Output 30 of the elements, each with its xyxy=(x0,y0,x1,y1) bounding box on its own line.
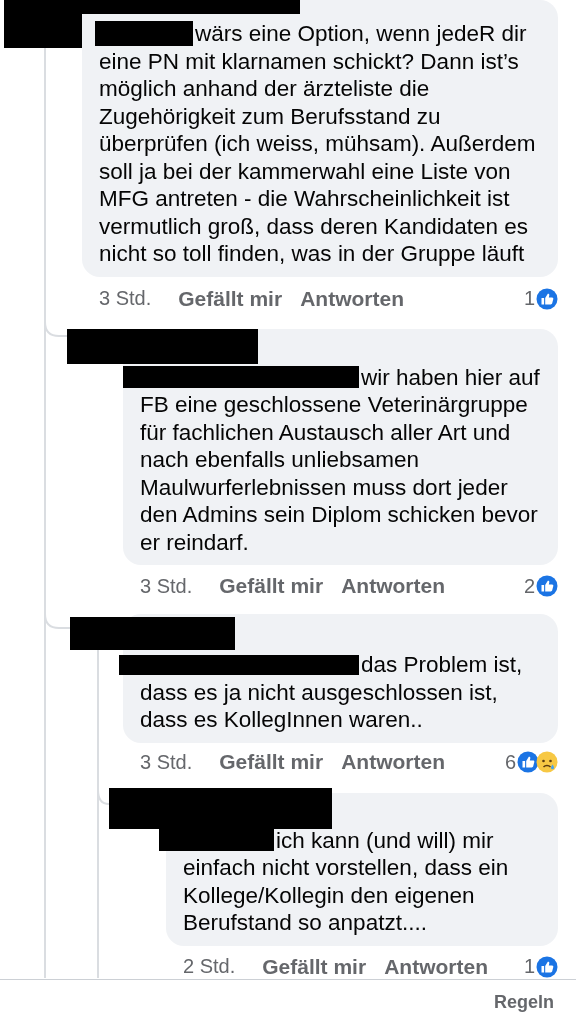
like-link[interactable]: Gefällt mir xyxy=(219,575,324,597)
comment-text: dass es ja nicht ausgeschlossen ist, dass es KollegInnen waren.. xyxy=(140,678,499,734)
reply-link[interactable]: Antworten xyxy=(341,575,445,597)
reaction-count: 6 xyxy=(504,750,516,774)
like-icon xyxy=(536,955,558,978)
reply-link[interactable]: Antworten xyxy=(384,955,488,978)
like-link[interactable]: Gefällt mir xyxy=(178,287,283,310)
comment-text: das Problem ist, xyxy=(361,651,523,679)
sad-emoji-icon xyxy=(536,751,558,773)
comment-text: ich kann (und will) mir xyxy=(276,826,494,854)
comment-text: einfach nicht vorstellen, dass ein Kollege/Kollegin den eigenen Berufstand so anpatzt.... xyxy=(183,854,510,937)
comment-text: eine PN mit klarnamen schickt? Dann ist’s möglich anhand der ärzteliste die Zugehörigkeit zum Berufsstand zu überprüfen (ich weiss, mühsam). Außerdem soll ja bei der kammerwahl eine Liste von MFG antreten - die Wahrscheinlichkeit ist vermutlich groß, dass deren Kandidaten es nicht so toll finden, was in der Gruppe läuft xyxy=(99,47,537,268)
reply-link[interactable]: Antworten xyxy=(341,751,445,773)
like-link[interactable]: Gefällt mir xyxy=(219,751,324,773)
comment-text: wir haben hier auf xyxy=(361,363,540,391)
like-link[interactable]: Gefällt mir xyxy=(262,955,367,978)
like-icon xyxy=(536,287,558,310)
reaction-count: 2 xyxy=(523,574,535,598)
reaction-count: 1 xyxy=(523,955,535,978)
comment-time: 2 Std. xyxy=(183,955,236,978)
reply-link[interactable]: Antworten xyxy=(300,287,404,310)
comment-time: 3 Std. xyxy=(140,750,193,774)
comment-text: wärs eine Option, wenn jedeR dir xyxy=(195,20,527,48)
reaction-count: 1 xyxy=(523,287,535,310)
like-icon xyxy=(517,751,539,773)
comment-text: FB eine geschlossene Veterinärgruppe für fachlichen Austausch aller Art und nach ebenfalls unliebsamen Maulwurferlebnissen muss dort jeder den Admins sein Diplom schicken bevor er reindarf. xyxy=(140,391,539,556)
comment-time: 3 Std. xyxy=(99,287,152,310)
comment-time: 3 Std. xyxy=(140,574,193,598)
rules-link[interactable]: Regeln xyxy=(494,991,554,1013)
like-icon xyxy=(536,575,558,597)
